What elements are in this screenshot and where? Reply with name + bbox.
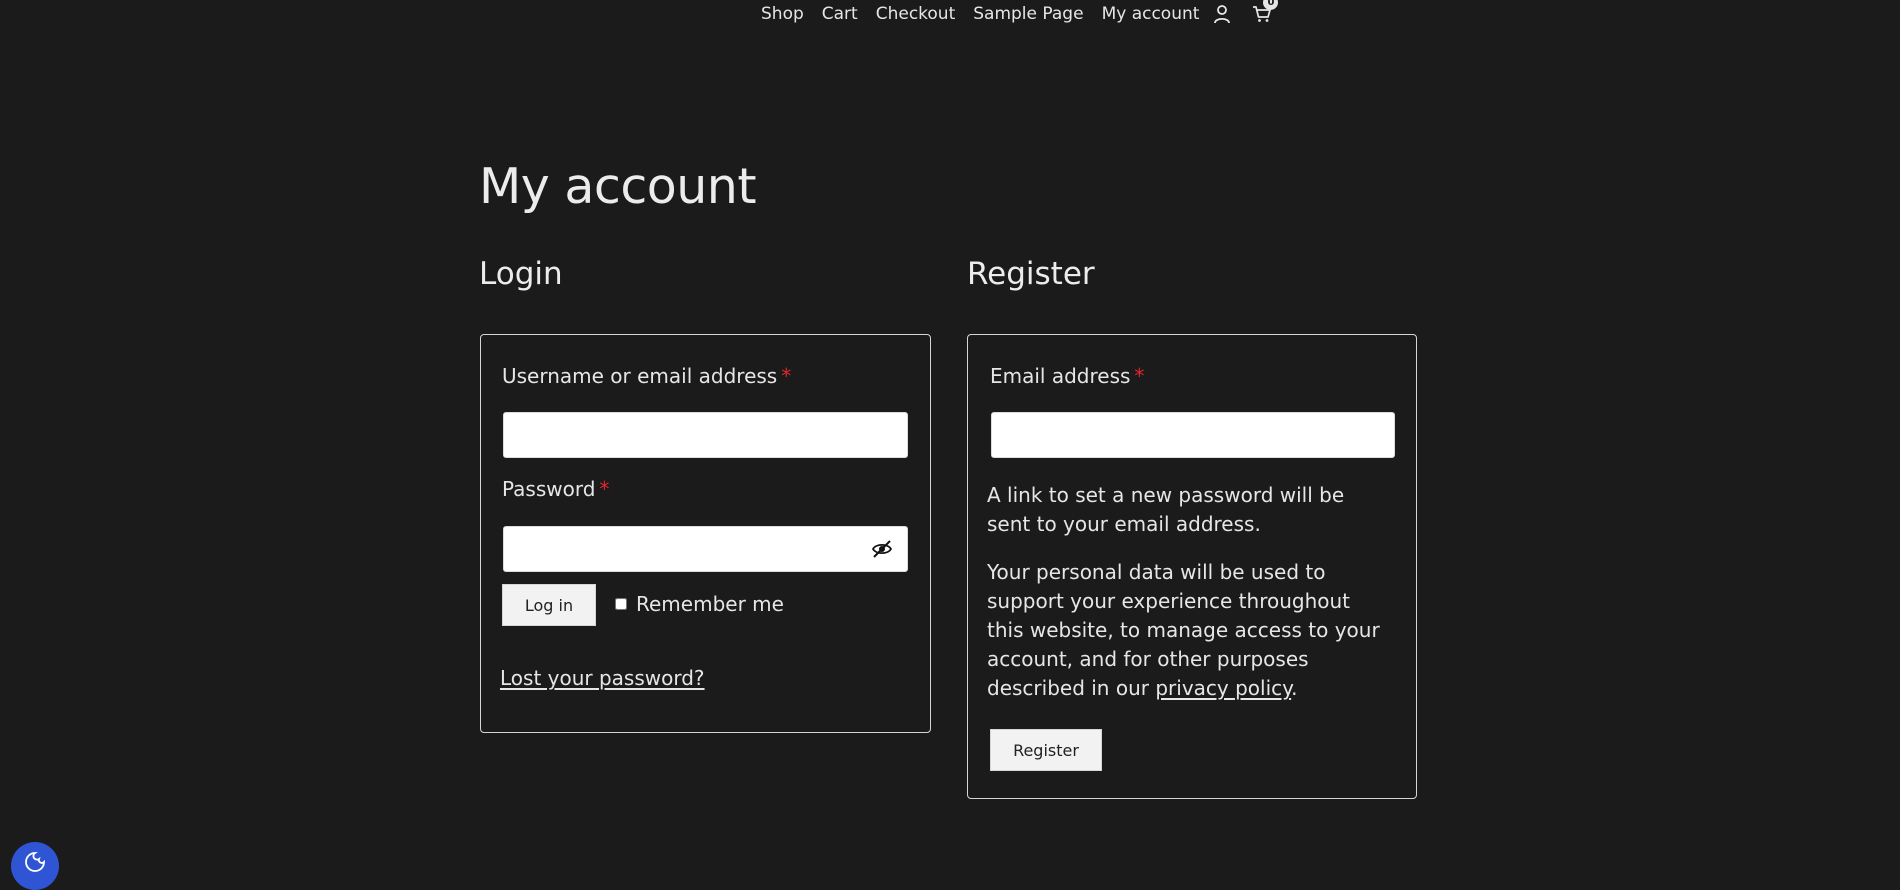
register-heading: Register (967, 256, 1095, 292)
privacy-policy-link[interactable]: privacy policy (1155, 676, 1291, 700)
email-required-mark: * (1134, 364, 1145, 388)
remember-me-checkbox[interactable] (615, 598, 627, 610)
cookie-settings-button[interactable] (11, 842, 59, 890)
lost-password-link[interactable]: Lost your password? (500, 666, 705, 690)
eye-slash-icon[interactable] (871, 538, 893, 560)
password-required-mark: * (599, 477, 610, 501)
password-input[interactable] (503, 526, 908, 572)
email-input[interactable] (991, 412, 1395, 458)
email-label: Email address * (990, 364, 1144, 388)
username-input[interactable] (503, 412, 908, 458)
username-required-mark: * (781, 364, 792, 388)
password-note: A link to set a new password will be sen… (987, 483, 1345, 536)
privacy-notice: Your personal data will be used to suppo… (987, 558, 1392, 703)
nav-links: Shop Cart Checkout Sample Page My accoun… (761, 0, 1279, 25)
username-label: Username or email address * (502, 364, 791, 388)
remember-me[interactable]: Remember me (615, 592, 784, 616)
login-button[interactable]: Log in (502, 584, 596, 626)
page-title: My account (479, 158, 757, 215)
username-label-text: Username or email address (502, 364, 778, 388)
nav-link-shop[interactable]: Shop (761, 4, 804, 24)
cookie-icon (24, 851, 46, 877)
password-label-text: Password (502, 477, 596, 501)
register-form: Email address * A link to set a new passw… (967, 334, 1417, 799)
cart-count-badge: 0 (1263, 0, 1279, 10)
remember-me-label: Remember me (636, 592, 784, 616)
nav-link-sample-page[interactable]: Sample Page (973, 4, 1083, 24)
login-heading: Login (479, 256, 563, 292)
nav-link-cart[interactable]: Cart (822, 4, 858, 24)
top-navigation: Shop Cart Checkout Sample Page My accoun… (0, 0, 1900, 28)
nav-link-my-account[interactable]: My account (1102, 4, 1200, 24)
privacy-end: . (1291, 676, 1298, 700)
login-form: Username or email address * Password * Log… (480, 334, 931, 733)
cart-icon[interactable]: 0 (1251, 0, 1279, 25)
email-label-text: Email address (990, 364, 1131, 388)
user-icon[interactable] (1211, 3, 1233, 25)
nav-link-checkout[interactable]: Checkout (876, 4, 956, 24)
register-button[interactable]: Register (990, 729, 1102, 771)
password-label: Password * (502, 477, 609, 501)
